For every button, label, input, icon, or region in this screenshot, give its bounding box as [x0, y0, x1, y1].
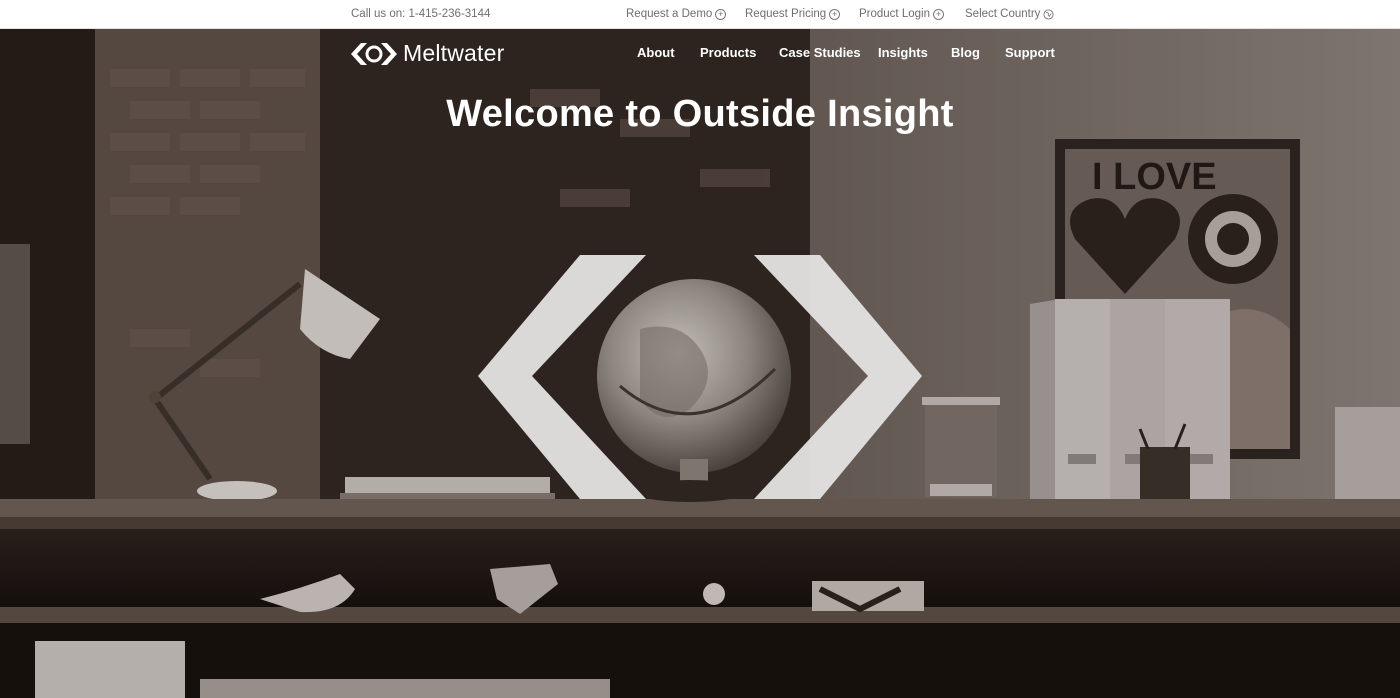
globe-icon [1043, 8, 1054, 20]
request-pricing-label: Request Pricing [745, 8, 827, 20]
request-demo-label: Request a Demo [626, 8, 713, 20]
nav-item-blog[interactable]: Blog [951, 45, 980, 60]
meltwater-logo[interactable]: Meltwater [351, 40, 505, 67]
select-country-label: Select Country [965, 8, 1041, 20]
hero-section: I LOVE Meltwater About Products Case Stu… [0, 29, 1400, 698]
plus-circle-icon: + [829, 8, 841, 20]
plus-circle-icon: + [715, 8, 727, 20]
nav-item-about[interactable]: About [637, 45, 675, 60]
top-utility-bar: Call us on: 1-415-236-3144 Request a Dem… [0, 0, 1400, 29]
request-pricing-link[interactable]: Request Pricing + [745, 8, 841, 20]
nav-item-insights[interactable]: Insights [878, 45, 928, 60]
request-demo-link[interactable]: Request a Demo + [626, 8, 727, 20]
plus-circle-icon: + [932, 8, 944, 20]
phone-number[interactable]: Call us on: 1-415-236-3144 [351, 8, 490, 20]
select-country-link[interactable]: Select Country [965, 8, 1054, 20]
nav-item-support[interactable]: Support [1005, 45, 1055, 60]
meltwater-eye-logo-icon [351, 42, 397, 65]
product-login-link[interactable]: Product Login + [859, 8, 944, 20]
hero-title: Welcome to Outside Insight [446, 93, 954, 135]
brand-name: Meltwater [403, 40, 505, 66]
nav-item-case-studies[interactable]: Case Studies [779, 45, 861, 60]
product-login-label: Product Login [859, 8, 930, 20]
nav-item-products[interactable]: Products [700, 45, 756, 60]
